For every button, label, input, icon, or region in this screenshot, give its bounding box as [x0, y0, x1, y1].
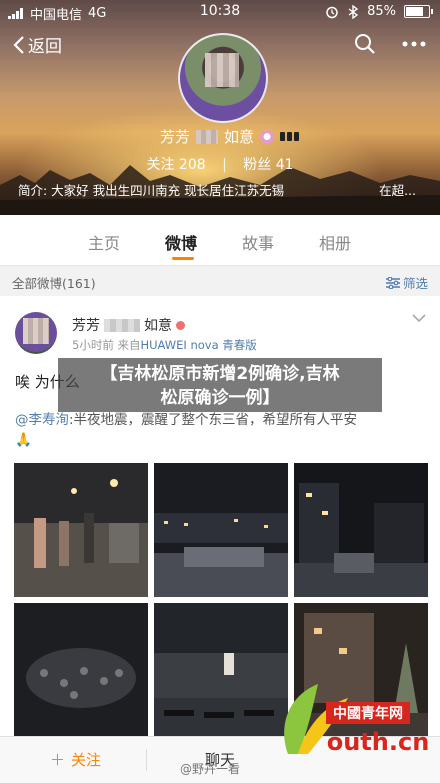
post-photo-3[interactable] — [294, 463, 428, 597]
filter-label: 筛选 — [402, 276, 428, 291]
profile-name: 芳芳 如意 ● — [160, 126, 300, 147]
tab-home[interactable]: 主页 — [88, 230, 120, 254]
filter-icon — [385, 276, 400, 289]
following-stat[interactable]: 关注 208 — [146, 157, 210, 173]
post-device[interactable]: HUAWEI nova 青春版 — [140, 338, 256, 352]
following-count: 208 — [178, 157, 206, 173]
post-avatar-mosaic — [23, 318, 49, 344]
filter-bar: 全部微博(161) 筛选 — [0, 266, 440, 296]
active-tab-indicator — [172, 257, 194, 260]
status-bar: 中国电信 4G 10:38 85% — [0, 0, 440, 24]
battery-icon — [404, 5, 433, 18]
chevron-left-icon — [13, 35, 24, 54]
alarm-icon — [326, 6, 338, 18]
battery-fill — [406, 7, 423, 16]
post-from: 来自 — [117, 338, 141, 352]
post-photo-4[interactable] — [14, 603, 148, 737]
profile-name-part2: 如意 — [224, 128, 255, 146]
bio-more-link[interactable]: 在超... — [379, 180, 416, 199]
profile-avatar[interactable] — [178, 33, 268, 123]
logo-bottom-text: outh.cn — [327, 728, 430, 756]
post-author-name[interactable]: 芳芳 如意 — [72, 315, 185, 335]
search-icon[interactable] — [354, 33, 376, 55]
fans-label: 粉丝 — [243, 157, 272, 173]
news-headline-overlay: 【吉林松原市新增2例确诊,吉林 松原确诊一例】 — [58, 358, 382, 412]
follow-label: 关注 — [71, 751, 102, 769]
author-mosaic — [104, 318, 140, 332]
bluetooth-icon — [348, 4, 359, 19]
follow-button[interactable]: ＋ 关注 — [50, 749, 101, 770]
all-posts-count: 全部微博(161) — [12, 276, 96, 291]
post-meta: 5小时前 来自HUAWEI nova 青春版 — [72, 337, 257, 353]
headline-line-2: 松原确诊一例】 — [160, 388, 280, 408]
pray-icon: 🙏 — [15, 432, 32, 448]
fans-count: 41 — [275, 157, 294, 173]
post-author-part2: 如意 — [144, 318, 172, 334]
profile-bio: 简介: 大家好 我出生四川南充 现长居住江苏无锡 — [18, 183, 285, 198]
back-button[interactable]: 返回 — [12, 32, 62, 57]
photo-1-image — [14, 463, 148, 597]
post-author-avatar[interactable] — [15, 312, 57, 354]
post-photo-2[interactable] — [154, 463, 288, 597]
photo-2-image — [154, 463, 288, 597]
tab-weibo[interactable]: 微博 — [165, 230, 197, 254]
vip-level-icon — [280, 132, 300, 141]
profile-stats: 关注 208 | 粉丝 41 — [0, 154, 440, 174]
stats-divider: | — [222, 157, 227, 173]
filter-button[interactable]: 筛选 — [385, 273, 428, 292]
post-time: 5小时前 — [72, 338, 114, 352]
post-photo-1[interactable] — [14, 463, 148, 597]
youth-cn-logo: 中國青年网 outh.cn — [284, 684, 430, 756]
name-mosaic — [196, 129, 219, 144]
avatar-mosaic — [205, 53, 239, 87]
logo-top-text: 中國青年网 — [333, 705, 403, 722]
user-watermark: @野卉一看 — [180, 762, 241, 776]
back-label: 返回 — [28, 37, 62, 57]
more-icon[interactable] — [402, 41, 426, 47]
headline-line-1: 【吉林松原市新增2例确诊,吉林 — [100, 364, 340, 384]
plus-icon: ＋ — [50, 751, 66, 769]
profile-header: 中国电信 4G 10:38 85% 返回 芳芳 如意 ● 关注 208 | 粉丝… — [0, 0, 440, 215]
member-badge-icon: ● — [260, 129, 275, 144]
post-quote: @李寿洵:半夜地震，震醒了整个东三省，希望所有人平安 🙏 — [15, 410, 425, 450]
quote-body: :半夜地震，震醒了整个东三省，希望所有人平安 — [69, 412, 358, 428]
tab-story[interactable]: 故事 — [242, 230, 274, 254]
fans-stat[interactable]: 粉丝 41 — [243, 157, 293, 173]
profile-tabs: 主页 微博 故事 相册 — [0, 215, 440, 266]
tab-album[interactable]: 相册 — [319, 230, 351, 254]
bar-divider — [146, 749, 147, 771]
quote-mention[interactable]: @李寿洵 — [15, 412, 69, 428]
profile-name-part1: 芳芳 — [160, 128, 191, 146]
post-author-part1: 芳芳 — [72, 318, 100, 334]
battery-percent: 85% — [367, 4, 396, 19]
photo-4-image — [14, 603, 148, 737]
following-label: 关注 — [146, 157, 175, 173]
author-tag-icon — [176, 320, 185, 330]
photo-3-image — [294, 463, 428, 597]
chevron-down-icon[interactable] — [412, 314, 426, 323]
